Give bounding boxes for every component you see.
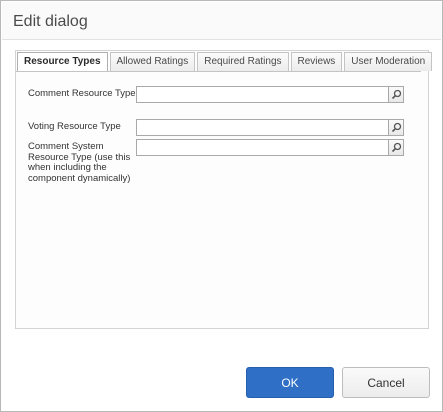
dialog-title: Edit dialog	[13, 13, 88, 30]
ok-button[interactable]: OK	[246, 367, 334, 398]
tab-user-moderation[interactable]: User Moderation	[344, 52, 433, 71]
tab-allowed-ratings[interactable]: Allowed Ratings	[109, 52, 196, 71]
comment-system-resource-type-input[interactable]	[136, 139, 389, 156]
comment-resource-type-input[interactable]	[136, 86, 389, 103]
tab-divider	[16, 71, 421, 72]
tab-reviews[interactable]: Reviews	[290, 52, 343, 71]
tab-strip: Resource Types Allowed Ratings Required …	[17, 52, 433, 72]
comment-system-resource-type-browse-button[interactable]	[388, 139, 404, 156]
dialog-title-bar[interactable]: Edit dialog	[2, 2, 441, 40]
voting-resource-type-label: Voting Resource Type	[28, 121, 121, 132]
comment-resource-type-browse-button[interactable]	[388, 86, 404, 103]
voting-resource-type-browse-button[interactable]	[388, 119, 404, 136]
comment-system-resource-type-label: Comment System Resource Type (use this w…	[28, 141, 131, 184]
search-icon	[391, 142, 402, 153]
tab-resource-types[interactable]: Resource Types	[17, 52, 108, 72]
edit-dialog: Edit dialog Resource Types Allowed Ratin…	[0, 0, 443, 412]
tab-required-ratings[interactable]: Required Ratings	[197, 52, 289, 71]
cancel-button[interactable]: Cancel	[342, 367, 430, 398]
search-icon	[391, 122, 402, 133]
search-icon	[391, 89, 402, 100]
voting-resource-type-input[interactable]	[136, 119, 389, 136]
comment-resource-type-label: Comment Resource Type	[28, 88, 136, 99]
